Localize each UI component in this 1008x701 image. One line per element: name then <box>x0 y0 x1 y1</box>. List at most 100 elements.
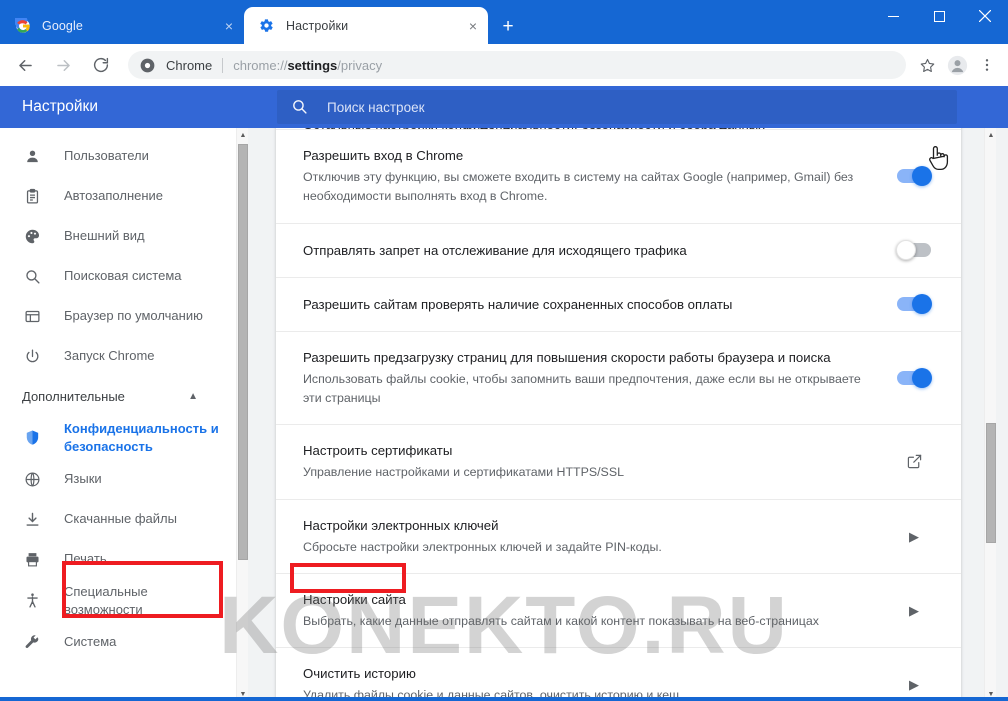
sidebar-item-search-engine[interactable]: Поисковая система <box>0 256 236 296</box>
omnibox-site-label: Chrome <box>166 57 213 73</box>
google-g-icon <box>14 18 31 35</box>
sidebar-item-startup[interactable]: Запуск Chrome <box>0 336 236 376</box>
printer-icon <box>22 549 42 569</box>
forward-arrow-icon[interactable] <box>47 49 79 81</box>
sidebar-item-accessibility[interactable]: Специальные возможности <box>0 579 236 622</box>
row-text: Настроить сертификаты Управление настрой… <box>303 441 891 482</box>
row-payment-methods-check[interactable]: Разрешить сайтам проверять наличие сохра… <box>276 278 961 332</box>
sidebar-item-label: Автозаполнение <box>64 188 164 204</box>
row-text: Разрешить вход в Chrome Отключив эту фун… <box>303 146 891 207</box>
close-icon[interactable]: × <box>464 17 482 35</box>
row-do-not-track[interactable]: Отправлять запрет на отслеживание для ис… <box>276 224 961 278</box>
star-icon[interactable] <box>912 50 942 80</box>
row-clear-browsing-data[interactable]: Очистить историю Удалить файлы cookie и … <box>276 648 961 701</box>
row-allow-chrome-signin[interactable]: Разрешить вход в Chrome Отключив эту фун… <box>276 130 961 224</box>
toggle-knob <box>912 294 932 315</box>
omnibox-url: chrome://settings/privacy <box>233 57 383 73</box>
sidebar-item-label: Система <box>64 634 117 650</box>
browser-window: Google × Настройки × + Chrome chrome://s… <box>0 0 1008 701</box>
new-tab-button[interactable]: + <box>494 12 522 40</box>
row-title: Разрешить предзагрузку страниц для повыш… <box>303 349 831 365</box>
row-text: Настройки электронных ключей Сбросьте на… <box>303 516 891 557</box>
sidebar-item-system[interactable]: Система <box>0 622 236 662</box>
row-subtitle: Выбрать, какие данные отправлять сайтам … <box>303 614 819 629</box>
globe-icon <box>22 469 42 489</box>
toggle-payment-methods-check[interactable] <box>897 294 932 315</box>
download-icon <box>22 509 42 529</box>
row-preload-pages[interactable]: Разрешить предзагрузку страниц для повыш… <box>276 332 961 426</box>
sidebar-item-privacy-and-security[interactable]: Конфиденциальность и безопасность <box>0 416 236 459</box>
row-title: Настроить сертификаты <box>303 443 453 459</box>
row-control: ▶ <box>891 678 937 691</box>
tab-google[interactable]: Google × <box>0 8 244 44</box>
sidebar-item-printing[interactable]: Печать <box>0 539 236 579</box>
address-bar[interactable]: Chrome chrome://settings/privacy <box>128 51 906 79</box>
sidebar-item-label: Поисковая система <box>64 268 182 284</box>
chevron-right-icon[interactable]: ▶ <box>909 530 919 543</box>
sidebar-item-label: Конфиденциальность и безопасность <box>64 421 219 454</box>
sidebar-item-downloads[interactable]: Скачанные файлы <box>0 499 236 539</box>
toggle-knob <box>912 367 932 388</box>
sidebar-item-label: Запуск Chrome <box>64 348 155 364</box>
sidebar-item-languages[interactable]: Языки <box>0 459 236 499</box>
row-text: Разрешить предзагрузку страниц для повыш… <box>303 348 891 409</box>
row-site-settings[interactable]: Настройки сайта Выбрать, какие данные от… <box>276 574 961 649</box>
three-dots-menu-icon[interactable] <box>972 50 1002 80</box>
palette-icon <box>22 226 42 246</box>
tab-title: Настройки <box>286 18 349 33</box>
sidebar-section-advanced[interactable]: Дополнительные ▲ <box>0 376 236 416</box>
sidebar-item-autofill[interactable]: Автозаполнение <box>0 176 236 216</box>
chevron-right-icon[interactable]: ▶ <box>909 678 919 691</box>
sidebar-item-label: Специальные возможности <box>64 584 148 617</box>
external-link-icon[interactable] <box>906 453 923 470</box>
sidebar-section-label: Дополнительные <box>22 388 125 404</box>
sidebar-item-label: Пользователи <box>64 148 149 164</box>
toggle-allow-chrome-signin[interactable] <box>897 166 932 187</box>
sidebar-item-appearance[interactable]: Внешний вид <box>0 216 236 256</box>
sidebar-scrollbar[interactable]: ▲ ▼ <box>236 128 248 701</box>
wrench-icon <box>22 632 42 652</box>
search-icon <box>22 266 42 286</box>
page-scrollbar[interactable]: ▲ ▼ <box>984 128 996 701</box>
search-input[interactable]: Поиск настроек <box>277 90 957 124</box>
window-titlebar: Google × Настройки × + <box>0 0 1008 44</box>
row-security-keys[interactable]: Настройки электронных ключей Сбросьте на… <box>276 500 961 574</box>
toggle-knob <box>896 240 916 261</box>
tab-settings[interactable]: Настройки × <box>244 7 488 44</box>
sidebar-item-users[interactable]: Пользователи <box>0 136 236 176</box>
settings-sidebar: Пользователи Автозаполнение Внешний вид <box>0 128 236 701</box>
browser-window-icon <box>22 306 42 326</box>
power-icon <box>22 346 42 366</box>
page-scrollbar-thumb[interactable] <box>986 423 996 543</box>
row-text: Разрешить сайтам проверять наличие сохра… <box>303 295 891 314</box>
sidebar-item-default-browser[interactable]: Браузер по умолчанию <box>0 296 236 336</box>
sidebar-scrollbar-thumb[interactable] <box>238 144 248 560</box>
window-bottom-edge <box>0 697 1008 701</box>
shield-icon <box>22 428 42 448</box>
toggle-preload-pages[interactable] <box>897 367 932 388</box>
avatar-icon[interactable] <box>942 50 972 80</box>
toolbar-actions <box>912 50 1002 80</box>
close-icon[interactable] <box>962 0 1008 32</box>
reload-icon[interactable] <box>85 49 117 81</box>
back-arrow-icon[interactable] <box>9 49 41 81</box>
scroll-up-arrow-icon[interactable]: ▲ <box>985 128 996 142</box>
minimize-icon[interactable] <box>870 0 916 32</box>
close-icon[interactable]: × <box>220 17 238 35</box>
toggle-do-not-track[interactable] <box>896 240 931 261</box>
row-control <box>891 240 937 261</box>
row-control: ▶ <box>891 604 937 617</box>
row-control <box>891 294 937 315</box>
row-control <box>891 367 937 388</box>
row-manage-certificates[interactable]: Настроить сертификаты Управление настрой… <box>276 425 961 500</box>
maximize-icon[interactable] <box>916 0 962 32</box>
row-subtitle: Сбросьте настройки электронных ключей и … <box>303 539 662 554</box>
page-title: Настройки <box>22 98 99 115</box>
sidebar-item-label: Языки <box>64 471 102 487</box>
chevron-right-icon[interactable]: ▶ <box>909 604 919 617</box>
row-control <box>891 453 937 470</box>
person-icon <box>22 146 42 166</box>
clipboard-icon <box>22 186 42 206</box>
row-text: Отправлять запрет на отслеживание для ис… <box>303 241 891 260</box>
row-title: Отправлять запрет на отслеживание для ис… <box>303 242 687 258</box>
